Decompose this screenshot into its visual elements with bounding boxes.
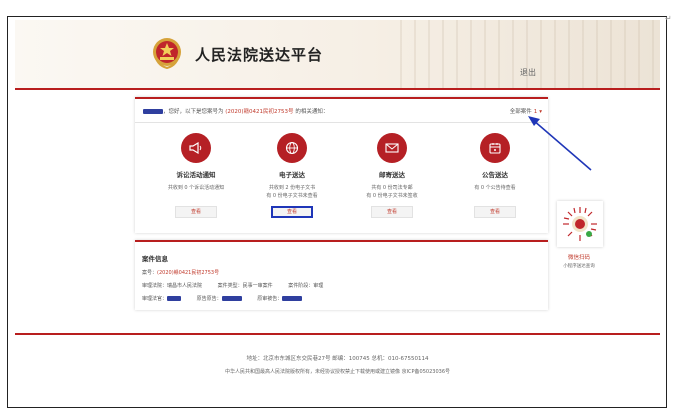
service-desc: 有 0 份电子文书未签收 [366,193,418,199]
service-title: 公告送达 [482,171,508,179]
case-cause: 案件类型：民事一审案件 [217,283,273,289]
notice-case-number: (2020)赣0421民初2753号 [225,109,294,115]
view-litigation-notice-button[interactable]: 查看 [175,206,217,218]
notification-card: ，您好，以下是您案号为 (2020)赣0421民初2753号 的相关通知： 全部… [135,97,548,233]
card-divider [135,122,548,123]
globe-icon [277,133,307,163]
view-announcement-button[interactable]: 查看 [474,206,516,218]
case-number-value: (2020)赣0421民初2753号 [157,270,220,276]
logout-link[interactable]: 退出 [520,67,536,78]
footer-address: 地址：北京市东城区东交民巷27号 邮编：100745 总机：010-675501… [246,356,429,362]
site-title: 人民法院送达平台 [195,46,324,64]
redacted-plaintiff [221,296,242,301]
service-desc: 共收到 0 个诉讼活动通知 [167,185,225,191]
total-files-label: 全部案件 [509,109,532,115]
qr-code-icon [562,206,598,242]
header-divider [15,88,660,90]
judge-label: 审理法官： [142,296,168,302]
case-stage: 案件阶段：审理 [288,283,324,289]
service-announcement-delivery: 公告送达 有 0 个公告待查看 查看 [445,133,545,218]
caret-down-icon[interactable]: ▾ [539,109,542,115]
redacted-name [143,109,163,114]
notice-greeting: ，您好，以下是您案号为 [163,109,224,115]
notice-suffix: 的相关通知： [295,109,329,115]
footer-copyright: 中华人民共和国最高人民法院版权所有，未经协议授权禁止下载使用或建立镜像 京ICP… [224,369,451,375]
case-info-title: 案件信息 [142,255,168,263]
service-desc: 共收到 2 份电子文书 [268,185,316,191]
notice-row: ，您好，以下是您案号为 (2020)赣0421民初2753号 的相关通知： [143,107,328,115]
page-header [15,20,660,88]
footer-divider [15,333,660,335]
service-title: 邮寄送达 [379,171,405,179]
mail-icon [377,133,407,163]
corner-mark: ↵ [665,14,672,23]
qr-title: 微信扫码 [567,255,590,261]
defendant-label: 原审被告： [257,296,283,302]
case-court: 审理法院：瑞昌市人民法院 [142,283,203,289]
wechat-qr-code[interactable] [557,201,603,247]
case-parties-row: 审理法官： 原告原告： 原审被告： [142,295,303,302]
service-desc: 有 0 个公告待查看 [474,185,516,191]
service-title: 诉讼活动通知 [176,171,216,179]
megaphone-icon [181,133,211,163]
announcement-icon [480,133,510,163]
case-info-card: 案件信息 案号：(2020)赣0421民初2753号 审理法院：瑞昌市人民法院 … [135,240,548,310]
total-files-count: 1 [533,109,538,115]
plaintiff-label: 原告原告： [196,296,222,302]
service-postal-delivery: 邮寄送达 共有 0 份司法专邮 有 0 份电子文书未签收 查看 [342,133,442,218]
view-electronic-delivery-button[interactable]: 查看 [271,206,313,218]
service-electronic-delivery: 电子送达 共收到 2 份电子文书 有 0 份电子文书未查看 查看 [242,133,342,218]
service-desc: 共有 0 份司法专邮 [371,185,413,191]
total-files-selector[interactable]: 全部案件 1 ▾ [510,107,542,115]
qr-subtitle: 小程序送达查询 [563,264,595,269]
court-emblem-icon [153,38,181,70]
redacted-judge [167,296,182,301]
service-litigation-notice: 诉讼活动通知 共收到 0 个诉讼活动通知 查看 [146,133,246,218]
service-desc: 有 0 份电子文书未查看 [266,193,318,199]
case-number-row: 案号：(2020)赣0421民初2753号 [142,269,219,276]
case-detail-row: 审理法院：瑞昌市人民法院 案件类型：民事一审案件 案件阶段：审理 [142,282,323,289]
case-number-label: 案号： [142,270,158,276]
service-title: 电子送达 [279,171,305,179]
redacted-defendant [282,296,303,301]
view-postal-delivery-button[interactable]: 查看 [371,206,413,218]
